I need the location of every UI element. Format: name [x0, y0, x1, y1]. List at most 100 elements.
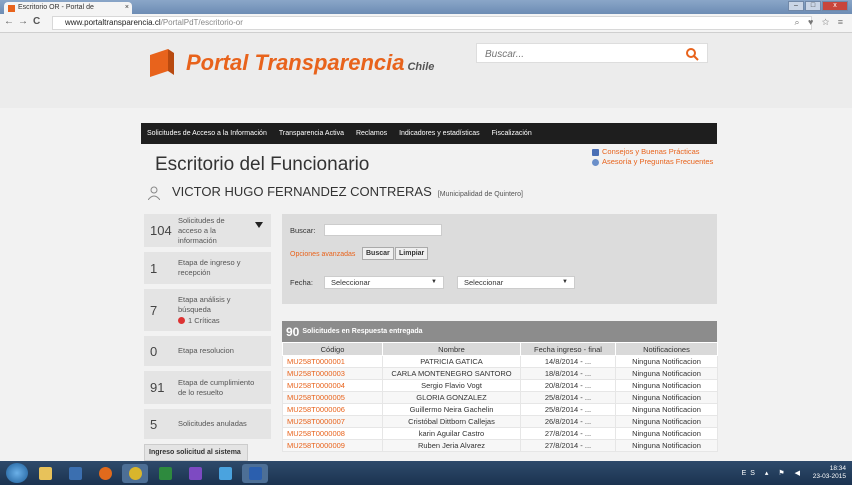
sidebar-label: Etapa de cumplimiento de lo resuelto	[178, 377, 255, 397]
nav-item-fiscalizacion[interactable]: Fiscalización	[492, 130, 532, 137]
reload-button[interactable]: C	[33, 16, 40, 27]
asesoria-link-label: Asesoría y Preguntas Frecuentes	[602, 157, 714, 166]
request-code-link[interactable]: MU258T0000007	[282, 415, 383, 428]
asesoria-link[interactable]: Asesoría y Preguntas Frecuentes	[592, 157, 713, 167]
firefox-icon	[98, 466, 112, 480]
site-logo[interactable]: Portal Transparencia Chile	[186, 50, 434, 76]
tab-title: Escritorio OR - Portal de	[18, 4, 94, 11]
requester-name: CARLA MONTENEGRO SANTORO	[382, 367, 521, 380]
consejos-link[interactable]: Consejos y Buenas Prácticas	[592, 147, 713, 157]
notification-status: Ninguna Notificacion	[615, 415, 718, 428]
column-header-nombre[interactable]: Nombre	[382, 342, 521, 356]
taskbar-word[interactable]	[242, 463, 268, 483]
request-code-link[interactable]: MU258T0000005	[282, 391, 383, 404]
date-range: 27/8/2014 - ...	[520, 427, 616, 440]
table-row[interactable]: MU258T0000005 GLORIA GONZALEZ 25/8/2014 - …	[282, 391, 718, 404]
table-row[interactable]: MU258T0000004 Sergio Flavio Vogt 20/8/2014…	[282, 379, 718, 392]
sidebar-item-analisis[interactable]: 7 Etapa análisis y búsqueda 1 Críticas	[144, 289, 271, 331]
table-row[interactable]: MU258T0000009 Ruben Jeria Alvarez 27/8/201…	[282, 439, 718, 452]
sidebar-item-cumplimiento[interactable]: 91 Etapa de cumplimiento de lo resuelto	[144, 371, 271, 404]
sidebar-item-ingreso[interactable]: 1 Etapa de ingreso y recepción	[144, 252, 271, 284]
advanced-options-link[interactable]: Opciones avanzadas	[290, 251, 355, 258]
table-row[interactable]: MU258T0000007 Cristóbal Dittborn Callejas…	[282, 415, 718, 428]
ingreso-solicitud-button[interactable]: Ingreso solicitud al sistema	[144, 444, 248, 461]
search-button[interactable]: Buscar	[362, 247, 394, 260]
nav-item-reclamos[interactable]: Reclamos	[356, 130, 387, 137]
table-row[interactable]: MU258T0000003 CARLA MONTENEGRO SANTORO 18/…	[282, 367, 718, 380]
toolbar-icons[interactable]: ⌕ ♥ ☆ ≡	[795, 17, 846, 28]
clock[interactable]: 18:34 23-03-2015	[813, 465, 846, 481]
column-header-codigo[interactable]: Código	[282, 342, 383, 356]
search-icon[interactable]	[685, 47, 699, 61]
table-row[interactable]: MU258T0000006 Guillermo Neira Gachelin 25/…	[282, 403, 718, 416]
request-code-link[interactable]: MU258T0000003	[282, 367, 383, 380]
clear-button[interactable]: Limpiar	[395, 247, 429, 260]
tab-close-icon[interactable]: ×	[125, 2, 129, 14]
system-tray[interactable]: ES ▴ ⚑ ◀	[742, 469, 804, 477]
site-search	[476, 43, 708, 63]
taskbar-explorer[interactable]	[32, 464, 58, 483]
main-nav: Solicitudes de Acceso a la Información T…	[141, 123, 717, 144]
taskbar-back[interactable]	[212, 464, 238, 483]
sidebar-label: Etapa análisis y búsqueda	[178, 295, 231, 314]
sidebar-item-anuladas[interactable]: 5 Solicitudes anuladas	[144, 409, 271, 439]
language-indicator[interactable]: ES	[742, 470, 759, 477]
os-taskbar: ES ▴ ⚑ ◀ 18:34 23-03-2015	[0, 461, 852, 485]
search-input[interactable]	[483, 45, 667, 63]
requester-name: Ruben Jeria Alvarez	[382, 439, 521, 452]
maximize-button[interactable]: □	[805, 1, 821, 11]
taskbar-excel[interactable]	[152, 464, 178, 483]
nav-item-solicitudes[interactable]: Solicitudes de Acceso a la Información	[147, 130, 267, 137]
browser-tab[interactable]: Escritorio OR - Portal de ×	[4, 2, 132, 14]
nav-item-transparencia-activa[interactable]: Transparencia Activa	[279, 130, 344, 137]
sidebar-count: 104	[150, 223, 172, 238]
back-button[interactable]: ←	[4, 16, 14, 27]
consejos-link-label: Consejos y Buenas Prácticas	[602, 147, 700, 156]
sidebar-item-resolucion[interactable]: 0 Etapa resolucion	[144, 336, 271, 366]
caret-down-icon[interactable]	[255, 222, 263, 228]
table-row[interactable]: MU258T0000008 karin Aguilar Castro 27/8/20…	[282, 427, 718, 440]
taskbar-chrome[interactable]	[122, 463, 148, 483]
request-code-link[interactable]: MU258T0000006	[282, 403, 383, 416]
nav-item-indicadores[interactable]: Indicadores y estadísticas	[399, 130, 480, 137]
date-select-end[interactable]: Seleccionar ▼	[457, 276, 575, 289]
arrow-icon	[218, 466, 232, 480]
sidebar-count: 7	[150, 302, 158, 318]
page-title: Escritorio del Funcionario	[155, 154, 370, 175]
request-code-link[interactable]: MU258T0000009	[282, 439, 383, 452]
request-code-link[interactable]: MU258T0000001	[282, 355, 383, 368]
table-row[interactable]: MU258T0000001 PATRICIA GATICA 14/8/2014 - …	[282, 355, 718, 368]
taskbar-firefox[interactable]	[92, 464, 118, 483]
clock-date: 23-03-2015	[812, 473, 846, 480]
results-table: Código Nombre Fecha ingreso - final Noti…	[282, 342, 718, 452]
alert-icon	[178, 317, 185, 324]
taskbar-media[interactable]	[62, 464, 88, 483]
column-header-fecha[interactable]: Fecha ingreso - final	[520, 342, 616, 356]
logo-main-text: Portal Transparencia	[186, 50, 405, 75]
notification-status: Ninguna Notificacion	[615, 379, 718, 392]
requester-name: Sergio Flavio Vogt	[382, 379, 521, 392]
date-range: 25/8/2014 - ...	[520, 391, 616, 404]
forward-button[interactable]: →	[18, 16, 28, 27]
address-bar[interactable]: www.portaltransparencia.cl/PortalPdT/esc…	[52, 16, 812, 30]
date-range: 26/8/2014 - ...	[520, 415, 616, 428]
close-window-button[interactable]: x	[822, 1, 848, 11]
start-button[interactable]	[6, 463, 28, 483]
date-range: 27/8/2014 - ...	[520, 439, 616, 452]
critical-count: 1 Críticas	[188, 316, 220, 325]
user-name: VICTOR HUGO FERNANDEZ CONTRERAS	[172, 184, 432, 199]
select-value: Seleccionar	[464, 278, 504, 287]
filter-search-input[interactable]	[324, 224, 442, 236]
user-info: VICTOR HUGO FERNANDEZ CONTRERAS [Municip…	[172, 184, 523, 199]
request-code-link[interactable]: MU258T0000004	[282, 379, 383, 392]
chrome-icon	[128, 466, 142, 480]
sidebar-item-total[interactable]: 104 Solicitudes de acceso a la informaci…	[144, 214, 271, 247]
date-select-start[interactable]: Seleccionar ▼	[324, 276, 444, 289]
request-code-link[interactable]: MU258T0000008	[282, 427, 383, 440]
results-panel: 90 Solicitudes en Respuesta entregada Có…	[282, 321, 718, 452]
taskbar-app[interactable]	[182, 464, 208, 483]
media-player-icon	[68, 466, 82, 480]
notification-status: Ninguna Notificacion	[615, 355, 718, 368]
minimize-button[interactable]: –	[788, 1, 804, 11]
column-header-notificaciones[interactable]: Notificaciones	[615, 342, 718, 356]
